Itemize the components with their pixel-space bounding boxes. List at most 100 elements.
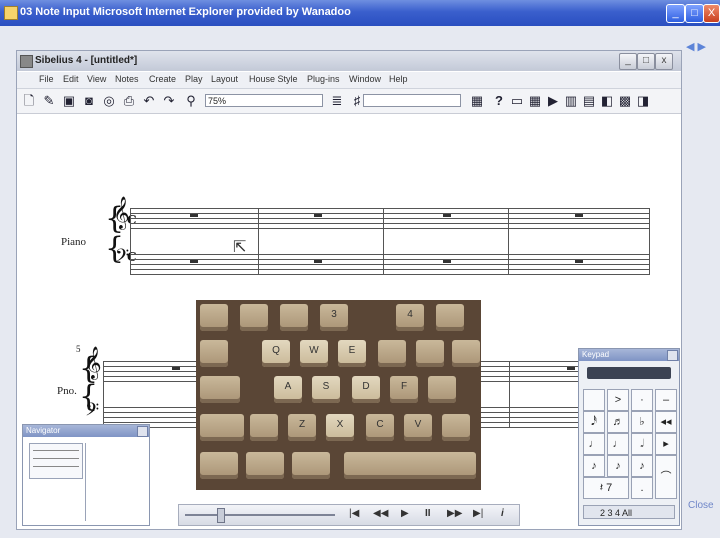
panorama-icon[interactable]: ≣ bbox=[329, 93, 345, 109]
keyboard-key bbox=[250, 414, 278, 441]
new-file-icon[interactable]: 🗋 bbox=[21, 93, 37, 109]
keypad-toggle-icon[interactable]: ▦ bbox=[527, 93, 543, 109]
ie-minimize-button[interactable]: _ bbox=[666, 4, 685, 23]
keypad-key[interactable]: ♪ bbox=[631, 455, 653, 477]
sib-close-button[interactable]: x bbox=[655, 53, 673, 70]
next-icon[interactable]: ▶| bbox=[473, 508, 483, 519]
prev-icon[interactable]: |◀ bbox=[349, 508, 359, 519]
navigator-close-button[interactable] bbox=[137, 426, 148, 437]
keypad-key-dash[interactable]: – bbox=[655, 389, 677, 411]
open-file-icon[interactable]: ✎ bbox=[41, 93, 57, 109]
keyboard-key bbox=[200, 340, 228, 367]
rewind-icon[interactable]: ◀◀ bbox=[373, 508, 388, 519]
menu-plug-ins[interactable]: Plug-ins bbox=[307, 74, 340, 84]
keypad-key-dot[interactable]: · bbox=[631, 389, 653, 411]
menu-view[interactable]: View bbox=[87, 74, 106, 84]
keypad-key-dot[interactable]: . bbox=[631, 477, 653, 499]
keyboard-key-v: V bbox=[404, 414, 432, 441]
slide-nav-arrows[interactable]: ◀ ▶ bbox=[686, 40, 716, 54]
whole-rest[interactable] bbox=[190, 214, 198, 217]
navigator-divider bbox=[85, 443, 86, 521]
bass-clef-icon: 𝄢 bbox=[85, 400, 100, 425]
sib-minimize-button[interactable]: _ bbox=[619, 53, 637, 70]
staff-line bbox=[130, 269, 650, 270]
seek-track[interactable] bbox=[185, 514, 335, 516]
time-signature-upper: C bbox=[127, 213, 137, 227]
menu-file[interactable]: File bbox=[39, 74, 54, 84]
time-signature-lower: C bbox=[127, 250, 137, 264]
redo-icon[interactable]: ↷ bbox=[161, 93, 177, 109]
keypad-key[interactable]: ♪ bbox=[607, 455, 629, 477]
ie-maximize-button[interactable]: □ bbox=[685, 4, 704, 23]
barline bbox=[130, 208, 131, 274]
staff-line bbox=[130, 213, 650, 214]
keypad-tab-bar[interactable]: 2 3 4 All bbox=[583, 505, 675, 519]
keyboard-key bbox=[200, 452, 238, 479]
whole-rest[interactable] bbox=[575, 214, 583, 217]
keypad-key[interactable]: ◂◂ bbox=[655, 411, 677, 433]
menu-help[interactable]: Help bbox=[389, 74, 408, 84]
keypad-key[interactable]: 𝅘𝅥𝅰 bbox=[583, 411, 605, 433]
video-icon[interactable]: ▩ bbox=[617, 93, 633, 109]
ideas-icon[interactable]: ◧ bbox=[599, 93, 615, 109]
keypad-key-gt[interactable]: > bbox=[607, 389, 629, 411]
navigator-toggle-icon[interactable]: ▭ bbox=[509, 93, 525, 109]
whole-rest[interactable] bbox=[190, 260, 198, 263]
keypad-key[interactable]: ♪ bbox=[583, 455, 605, 477]
play-icon[interactable]: ▶ bbox=[401, 508, 409, 519]
menu-edit[interactable]: Edit bbox=[63, 74, 79, 84]
menu-play[interactable]: Play bbox=[185, 74, 203, 84]
pause-icon[interactable]: II bbox=[425, 508, 431, 519]
keypad-key[interactable] bbox=[583, 389, 605, 411]
whole-rest[interactable] bbox=[443, 214, 451, 217]
style-select[interactable] bbox=[363, 94, 461, 107]
whole-rest[interactable] bbox=[567, 367, 575, 370]
zoom-icon[interactable]: ⚲ bbox=[183, 93, 199, 109]
keyboard-key bbox=[200, 414, 244, 441]
whole-rest[interactable] bbox=[172, 367, 180, 370]
seek-thumb[interactable] bbox=[217, 508, 225, 523]
keypad-key[interactable]: 𝅗𝅥 bbox=[631, 433, 653, 455]
keyboard-key bbox=[452, 340, 480, 367]
keypad-key[interactable]: ♬ bbox=[607, 411, 629, 433]
keypad-key[interactable]: ♩ bbox=[583, 433, 605, 455]
save-icon[interactable]: ▣ bbox=[61, 93, 77, 109]
cd-icon[interactable]: ◎ bbox=[101, 93, 117, 109]
menu-window[interactable]: Window bbox=[349, 74, 381, 84]
disk-icon[interactable]: ◙ bbox=[81, 93, 97, 109]
keypad-key-flat[interactable]: ♭ bbox=[631, 411, 653, 433]
keypad-mode-bar[interactable] bbox=[587, 367, 671, 379]
undo-icon[interactable]: ↶ bbox=[141, 93, 157, 109]
navigator-viewport[interactable] bbox=[29, 443, 83, 479]
forward-icon[interactable]: ▶▶ bbox=[447, 508, 462, 519]
zoom-select[interactable]: 75% bbox=[205, 94, 323, 107]
info-icon[interactable]: i bbox=[501, 508, 504, 519]
properties-icon[interactable]: ▤ bbox=[581, 93, 597, 109]
window-icon[interactable]: ◨ bbox=[635, 93, 651, 109]
close-link[interactable]: Close bbox=[688, 500, 714, 511]
keyboard-key bbox=[280, 304, 308, 331]
whole-rest[interactable] bbox=[314, 260, 322, 263]
mixer-icon[interactable]: ▥ bbox=[563, 93, 579, 109]
keypad-close-button[interactable] bbox=[667, 350, 678, 361]
whole-rest[interactable] bbox=[314, 214, 322, 217]
sib-maximize-button[interactable]: □ bbox=[637, 53, 655, 70]
menu-notes[interactable]: Notes bbox=[115, 74, 139, 84]
keypad-key[interactable]: ♩ bbox=[607, 433, 629, 455]
toolbar-grid-icon[interactable]: ▦ bbox=[469, 93, 485, 109]
ie-title-bar: 03 Note Input Microsoft Internet Explore… bbox=[0, 0, 720, 26]
keypad-key-tie[interactable]: ⌒ bbox=[655, 455, 677, 499]
menu-house-style[interactable]: House Style bbox=[249, 74, 298, 84]
menu-layout[interactable]: Layout bbox=[211, 74, 238, 84]
keyboard-key-4: 4 bbox=[396, 304, 424, 331]
ie-close-button[interactable]: X bbox=[703, 4, 720, 23]
barline bbox=[258, 208, 259, 274]
playback-icon[interactable]: ▶ bbox=[545, 93, 561, 109]
menu-create[interactable]: Create bbox=[149, 74, 176, 84]
keypad-key[interactable]: ▸ bbox=[655, 433, 677, 455]
keypad-key-rest[interactable]: 𝄽 7 bbox=[583, 477, 629, 499]
print-icon[interactable]: ⎙ bbox=[121, 93, 137, 109]
whole-rest[interactable] bbox=[443, 260, 451, 263]
help-icon[interactable]: ? bbox=[491, 93, 507, 109]
whole-rest[interactable] bbox=[575, 260, 583, 263]
